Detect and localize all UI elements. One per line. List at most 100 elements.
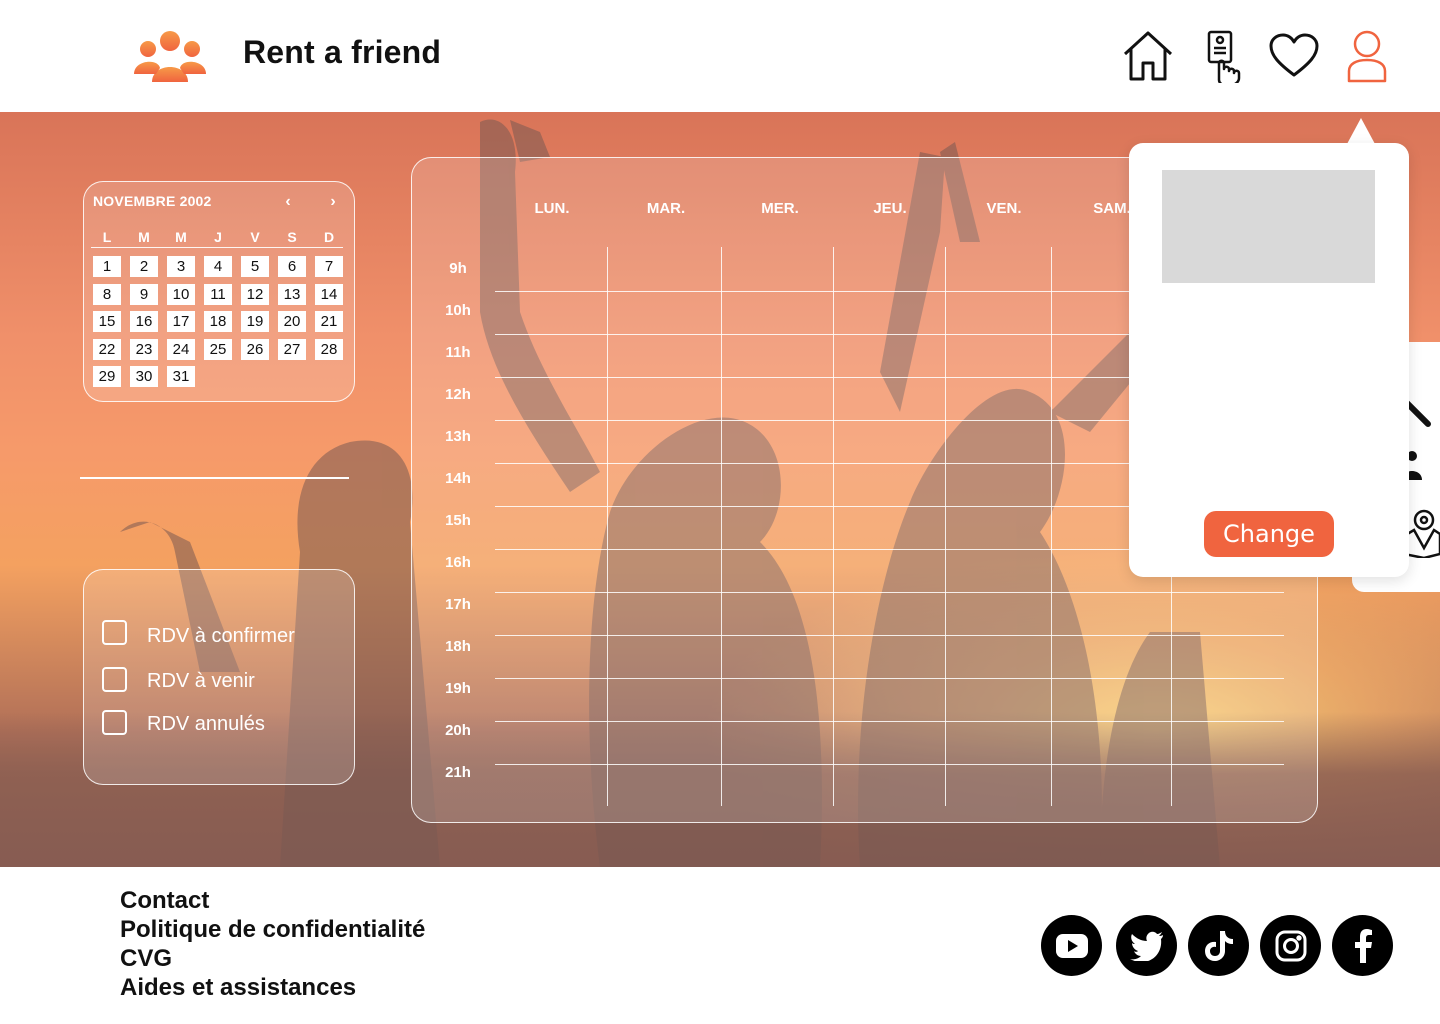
- calendar-day[interactable]: 27: [278, 338, 306, 360]
- calendar-day[interactable]: 8: [93, 283, 121, 305]
- weekday-header: JEU.: [873, 200, 907, 217]
- footer: Contact Politique de confidentialité CVG…: [0, 867, 1440, 1024]
- heart-icon: [1269, 33, 1319, 77]
- day-gridline: [607, 247, 608, 806]
- hour-label: 16h: [445, 554, 471, 571]
- hour-label: 13h: [445, 428, 471, 445]
- calendar-day[interactable]: 12: [241, 283, 269, 305]
- calendar-day[interactable]: 6: [278, 256, 306, 277]
- calendar-day[interactable]: 21: [315, 311, 343, 332]
- weekday-label: M: [138, 229, 150, 245]
- profile-popup: Change: [1129, 143, 1409, 577]
- facebook-icon: [1354, 928, 1372, 963]
- calendar-day[interactable]: 18: [204, 311, 232, 332]
- youtube-button[interactable]: [1041, 915, 1102, 976]
- appointment-filters: RDV à confirmer RDV à venir RDV annulés: [83, 569, 355, 785]
- filter-label: RDV annulés: [147, 713, 265, 735]
- home-icon: [1123, 31, 1173, 81]
- profile-image-placeholder: [1162, 170, 1375, 283]
- calendar-day[interactable]: 7: [315, 256, 343, 277]
- calendar-day[interactable]: 13: [278, 283, 306, 305]
- checkbox[interactable]: [102, 667, 127, 692]
- weekday-label: L: [102, 229, 112, 245]
- hour-gridline: [495, 678, 1284, 679]
- calendar-day[interactable]: 20: [278, 311, 306, 332]
- calendar-day[interactable]: 22: [93, 338, 121, 360]
- change-button[interactable]: Change: [1204, 511, 1334, 557]
- filter-rdv-to-confirm[interactable]: RDV à confirmer: [102, 617, 295, 648]
- calendar-day[interactable]: 3: [167, 256, 195, 277]
- filter-label: RDV à confirmer: [147, 625, 295, 647]
- group-logo-icon: [134, 31, 206, 82]
- prev-month-chevron-icon[interactable]: ‹: [280, 194, 296, 210]
- calendar-day[interactable]: 9: [130, 283, 158, 305]
- calendar-day[interactable]: 11: [204, 283, 232, 305]
- favorites-nav-button[interactable]: [1266, 28, 1322, 84]
- mini-calendar: NOVEMBRE 2002 ‹ › LMMJVSD 1 2 3 4 5 6 7 8 9 10 11 1…: [83, 181, 355, 402]
- calendar-day[interactable]: 24: [167, 338, 195, 360]
- weekday-label: V: [250, 229, 260, 245]
- calendar-day[interactable]: 16: [130, 311, 158, 332]
- instagram-icon: [1275, 930, 1306, 961]
- calendar-day[interactable]: 1: [93, 256, 121, 277]
- hour-label: 20h: [445, 722, 471, 739]
- calendar-day[interactable]: 30: [130, 366, 158, 387]
- footer-link-privacy[interactable]: Politique de confidentialité: [120, 916, 425, 944]
- tiktok-icon: [1204, 930, 1233, 961]
- weekday-label: S: [287, 229, 297, 245]
- footer-link-help[interactable]: Aides et assistances: [120, 974, 356, 1002]
- day-gridline: [945, 247, 946, 806]
- calendar-day[interactable]: 31: [167, 366, 195, 387]
- brand-title: Rent a friend: [243, 34, 442, 70]
- profile-nav-button[interactable]: [1339, 28, 1395, 84]
- weekday-label: M: [175, 229, 187, 245]
- twitter-icon: [1129, 931, 1163, 961]
- footer-link-contact[interactable]: Contact: [120, 887, 209, 915]
- calendar-day[interactable]: 4: [204, 256, 232, 277]
- calendar-day[interactable]: 29: [93, 366, 121, 387]
- user-icon: [1347, 30, 1387, 83]
- hour-label: 15h: [445, 512, 471, 529]
- home-nav-button[interactable]: [1120, 28, 1176, 84]
- calendar-day[interactable]: 5: [241, 256, 269, 277]
- instagram-button[interactable]: [1260, 915, 1321, 976]
- calendar-day[interactable]: 15: [93, 311, 121, 332]
- tiktok-button[interactable]: [1188, 915, 1249, 976]
- calendar-day[interactable]: 17: [167, 311, 195, 332]
- section-divider: [80, 477, 349, 479]
- calendar-day[interactable]: 26: [241, 338, 269, 360]
- calendar-day[interactable]: 25: [204, 338, 232, 360]
- day-gridline: [1051, 247, 1052, 806]
- footer-link-cvg[interactable]: CVG: [120, 945, 172, 973]
- hour-label: 21h: [445, 764, 471, 781]
- header: Rent a friend: [0, 0, 1440, 112]
- calendar-day[interactable]: 28: [315, 338, 343, 360]
- mini-calendar-month: NOVEMBRE 2002: [93, 193, 212, 209]
- calendar-day[interactable]: 19: [241, 311, 269, 332]
- hour-label: 12h: [445, 386, 471, 403]
- calendar-day[interactable]: 14: [315, 283, 343, 305]
- hour-label: 19h: [445, 680, 471, 697]
- checkbox[interactable]: [102, 710, 127, 735]
- weekday-label: D: [323, 229, 335, 245]
- youtube-icon: [1055, 933, 1088, 958]
- hour-label: 18h: [445, 638, 471, 655]
- filter-rdv-upcoming[interactable]: RDV à venir: [102, 666, 255, 693]
- calendar-day[interactable]: 10: [167, 283, 195, 305]
- filter-label: RDV à venir: [147, 670, 255, 692]
- rent-card-icon: [1207, 30, 1241, 83]
- hour-gridline: [495, 764, 1284, 765]
- hour-gridline: [495, 635, 1284, 636]
- weekday-header: LUN.: [534, 200, 570, 217]
- facebook-button[interactable]: [1332, 915, 1393, 976]
- rent-nav-button[interactable]: [1194, 28, 1250, 84]
- twitter-button[interactable]: [1116, 915, 1177, 976]
- calendar-day[interactable]: 23: [130, 338, 158, 360]
- mini-calendar-divider: [91, 247, 343, 248]
- checkbox[interactable]: [102, 620, 127, 645]
- filter-rdv-cancelled[interactable]: RDV annulés: [102, 709, 265, 736]
- calendar-day[interactable]: 2: [130, 256, 158, 277]
- next-month-chevron-icon[interactable]: ›: [325, 194, 341, 210]
- hour-label: 10h: [445, 302, 471, 319]
- day-gridline: [721, 247, 722, 806]
